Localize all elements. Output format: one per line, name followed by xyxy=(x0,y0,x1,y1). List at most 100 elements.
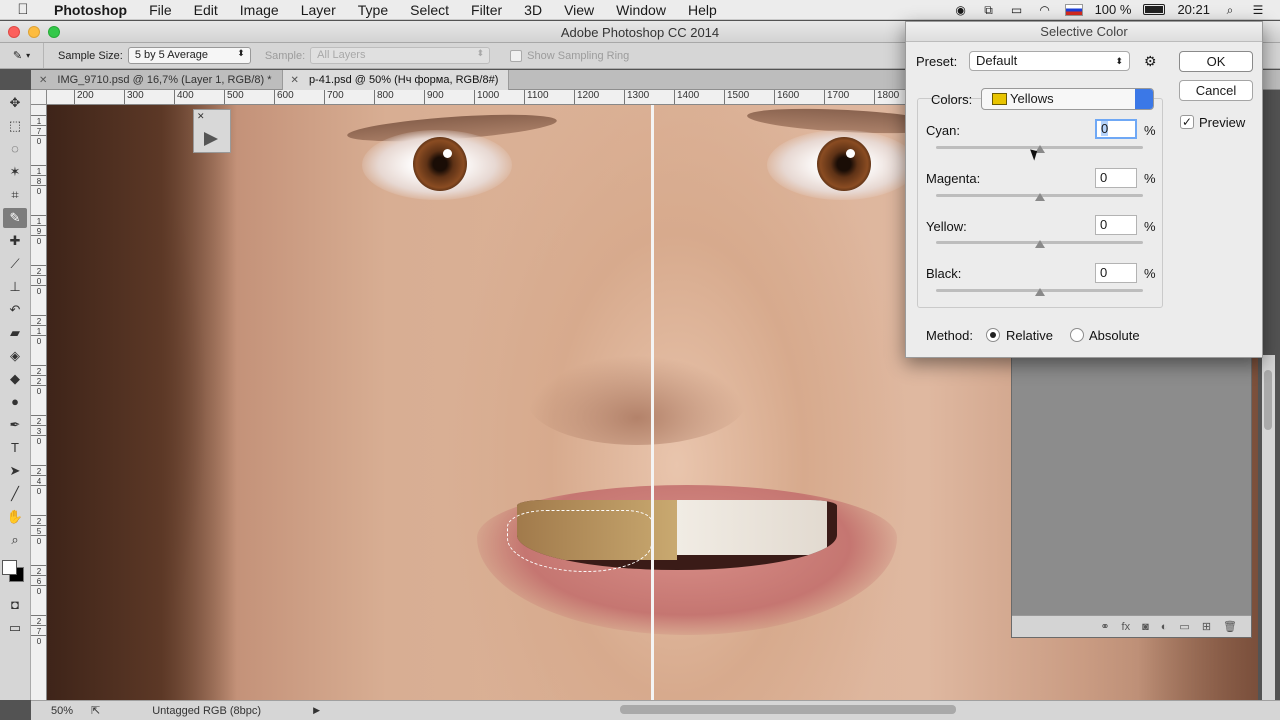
colors-stepper[interactable] xyxy=(1135,89,1153,109)
cyan-input[interactable]: 0 xyxy=(1095,119,1137,139)
dodge-tool-icon[interactable]: ● xyxy=(3,392,27,412)
ruler-label: 600 xyxy=(274,90,294,104)
menu-filter[interactable]: Filter xyxy=(460,2,513,18)
actions-mini-panel[interactable]: ✕ xyxy=(193,109,231,153)
paint-bucket-icon[interactable]: ◈ xyxy=(3,346,27,366)
photo-hair-left xyxy=(47,105,237,700)
yellow-slider-thumb[interactable] xyxy=(1034,240,1045,248)
screen-mode-icon[interactable]: ▭ xyxy=(3,618,27,638)
ruler-label: 800 xyxy=(374,90,394,104)
menu-photoshop[interactable]: Photoshop xyxy=(46,2,138,18)
horizontal-scrollbar-thumb[interactable] xyxy=(620,705,956,714)
hand-tool-icon[interactable]: ✋ xyxy=(3,507,27,527)
clone-stamp-icon[interactable]: ⊥ xyxy=(3,277,27,297)
preset-options-gear-icon[interactable]: ⚙ xyxy=(1144,53,1157,70)
status-menu-arrow-icon[interactable]: ▶ xyxy=(313,705,320,716)
line-tool-icon[interactable]: ╱ xyxy=(3,484,27,504)
eyedropper-tool-icon[interactable]: ✎ xyxy=(3,208,27,228)
sample-size-select[interactable]: 5 by 5 Average ⬍ xyxy=(127,47,251,64)
link-layers-icon[interactable]: ⚭ xyxy=(1100,620,1109,633)
layer-style-fx-icon[interactable]: fx xyxy=(1122,621,1131,633)
input-source-flag-icon[interactable] xyxy=(1064,3,1083,16)
eraser-tool-icon[interactable]: ▰ xyxy=(3,323,27,343)
menu-view[interactable]: View xyxy=(553,2,605,18)
yellow-label: Yellow: xyxy=(926,219,967,234)
crop-tool-icon[interactable]: ⌗ xyxy=(3,185,27,205)
lasso-tool-icon[interactable]: ◌ xyxy=(3,139,27,159)
chevron-down-icon: ▾ xyxy=(26,51,31,60)
preset-select[interactable]: Default ⬍ xyxy=(969,51,1130,71)
quick-mask-icon[interactable]: ◘ xyxy=(3,595,27,615)
healing-brush-icon[interactable]: ✚ xyxy=(3,231,27,251)
tool-preset-picker[interactable]: ✎ ▾ xyxy=(0,43,44,68)
magenta-input[interactable]: 0 xyxy=(1095,168,1137,188)
new-layer-icon[interactable]: ⊞ xyxy=(1202,620,1211,633)
delete-layer-icon[interactable]: 🗑 xyxy=(1223,620,1237,633)
type-tool-icon[interactable]: T xyxy=(3,438,27,458)
share-icon[interactable]: ⇱ xyxy=(91,704,100,717)
menu-layer[interactable]: Layer xyxy=(290,2,347,18)
preview-checkbox[interactable]: ✓ xyxy=(1180,115,1194,129)
tab-img-9710[interactable]: ✕ IMG_9710.psd @ 16,7% (Layer 1, RGB/8) … xyxy=(31,70,283,90)
play-icon[interactable] xyxy=(204,132,218,146)
zoom-level[interactable]: 50% xyxy=(31,705,91,717)
spotlight-search-icon[interactable]: ⌕ xyxy=(1222,3,1238,17)
brush-tool-icon[interactable]: ⟋ xyxy=(3,254,27,274)
magenta-slider-thumb[interactable] xyxy=(1034,193,1045,201)
menu-select[interactable]: Select xyxy=(399,2,460,18)
menu-image[interactable]: Image xyxy=(229,2,290,18)
menu-window[interactable]: Window xyxy=(605,2,677,18)
close-tab-icon[interactable]: ✕ xyxy=(291,75,299,86)
apple-icon[interactable]:  xyxy=(0,1,46,18)
vertical-scrollbar[interactable] xyxy=(1262,355,1275,700)
record-icon[interactable]: ◉ xyxy=(953,3,969,17)
notification-center-icon[interactable]: ☰ xyxy=(1250,3,1266,17)
color-chips[interactable] xyxy=(0,556,30,592)
blur-tool-icon[interactable]: ◆ xyxy=(3,369,27,389)
close-tab-icon[interactable]: ✕ xyxy=(39,75,47,86)
airplay-icon[interactable]: ▭ xyxy=(1009,3,1025,17)
cancel-button[interactable]: Cancel xyxy=(1179,80,1253,101)
tab-p-41[interactable]: ✕ p-41.psd @ 50% (Нч форма, RGB/8#) xyxy=(282,70,510,90)
sample-layers-value: All Layers xyxy=(317,49,366,61)
menu-help[interactable]: Help xyxy=(677,2,728,18)
ruler-label: 1300 xyxy=(624,90,649,104)
menu-3d[interactable]: 3D xyxy=(513,2,553,18)
pen-tool-icon[interactable]: ✒ xyxy=(3,415,27,435)
clock[interactable]: 20:21 xyxy=(1177,2,1210,17)
ruler-label: 0 xyxy=(31,585,46,596)
absolute-radio[interactable] xyxy=(1070,328,1084,342)
black-slider-thumb[interactable] xyxy=(1034,288,1045,296)
close-icon[interactable]: ✕ xyxy=(197,111,205,122)
move-tool-icon[interactable]: ✥ xyxy=(3,93,27,113)
marquee-tool-icon[interactable]: ⬚ xyxy=(3,116,27,136)
selective-color-dialog: Selective Color Preset: Default ⬍ ⚙ OK C… xyxy=(905,21,1263,358)
ok-button[interactable]: OK xyxy=(1179,51,1253,72)
display-icon[interactable]: ⧉ xyxy=(981,3,997,17)
menu-type[interactable]: Type xyxy=(347,2,399,18)
path-select-icon[interactable]: ➤ xyxy=(3,461,27,481)
quick-select-tool-icon[interactable]: ✶ xyxy=(3,162,27,182)
foreground-color-swatch[interactable] xyxy=(2,560,17,575)
battery-icon[interactable] xyxy=(1143,4,1166,15)
show-sampling-ring-checkbox[interactable] xyxy=(510,49,523,62)
menu-file[interactable]: File xyxy=(138,2,183,18)
scrollbar-thumb[interactable] xyxy=(1264,370,1272,430)
select-arrows-icon: ⬍ xyxy=(476,48,485,58)
relative-radio[interactable] xyxy=(986,328,1000,342)
new-group-icon[interactable]: ▭ xyxy=(1179,620,1189,633)
yellow-input[interactable]: 0 xyxy=(1095,215,1137,235)
tab-label: IMG_9710.psd @ 16,7% (Layer 1, RGB/8) * xyxy=(57,74,272,86)
magenta-label: Magenta: xyxy=(926,171,981,186)
wifi-icon[interactable]: ◠ xyxy=(1037,3,1053,17)
add-mask-icon[interactable]: ◙ xyxy=(1142,621,1149,633)
colors-select[interactable]: Yellows xyxy=(981,88,1154,110)
zoom-tool-icon[interactable]: ⌕ xyxy=(3,530,27,550)
menu-edit[interactable]: Edit xyxy=(183,2,229,18)
adjustment-layer-icon[interactable]: ◐ xyxy=(1161,621,1168,633)
history-brush-icon[interactable]: ↶ xyxy=(3,300,27,320)
black-input[interactable]: 0 xyxy=(1095,263,1137,283)
battery-percent[interactable]: 100 % xyxy=(1095,2,1132,17)
ruler-label: 1100 xyxy=(524,90,549,104)
sample-layers-select[interactable]: All Layers ⬍ xyxy=(310,47,491,64)
